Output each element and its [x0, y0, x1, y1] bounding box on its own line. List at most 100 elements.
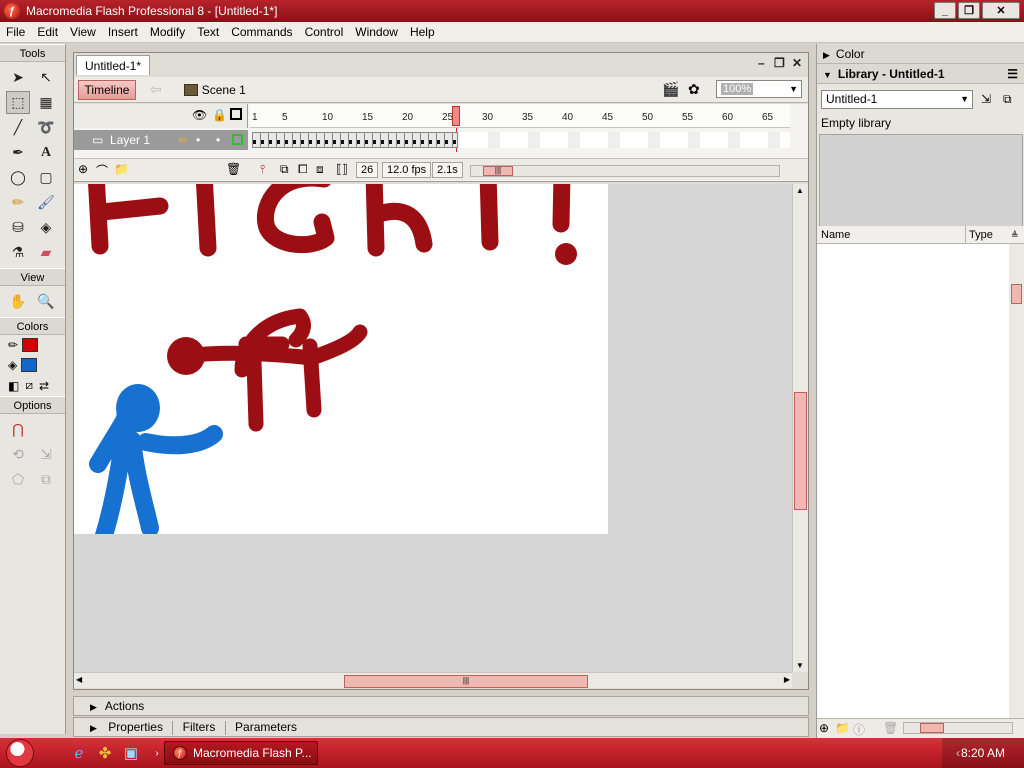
- distort-icon[interactable]: ⬠: [6, 468, 30, 491]
- menu-text[interactable]: Text: [191, 25, 225, 39]
- sort-icon[interactable]: ≜: [1011, 226, 1019, 244]
- zoom-tool-icon[interactable]: 🔍: [34, 290, 58, 313]
- stage-canvas[interactable]: [74, 184, 608, 534]
- frame-rate-readout[interactable]: 12.0 fps: [382, 162, 432, 178]
- new-folder-icon[interactable]: 📁: [835, 721, 850, 735]
- library-scroll-thumb[interactable]: [1011, 284, 1022, 304]
- document-tab[interactable]: Untitled-1*: [76, 55, 151, 75]
- eyedropper-tool-icon[interactable]: ⚗: [6, 241, 30, 264]
- color-panel-header[interactable]: ▶ Color: [817, 44, 1024, 64]
- menu-help[interactable]: Help: [404, 25, 441, 39]
- menu-file[interactable]: File: [0, 25, 31, 39]
- oval-tool-icon[interactable]: ◯: [6, 166, 30, 189]
- properties-icon[interactable]: ⓘ: [853, 721, 865, 738]
- scroll-down-icon[interactable]: ▼: [796, 661, 804, 670]
- maximize-button[interactable]: ❐: [958, 2, 980, 19]
- black-white-icon[interactable]: ◧: [8, 379, 19, 393]
- column-type[interactable]: Type: [969, 226, 993, 244]
- column-name[interactable]: Name: [821, 226, 850, 244]
- taskbar-item-flash[interactable]: ƒ Macromedia Flash P...: [164, 741, 318, 765]
- selection-tool-icon[interactable]: ➤: [6, 66, 30, 89]
- pencil-tool-icon[interactable]: ✏: [6, 191, 30, 214]
- eraser-tool-icon[interactable]: ▰: [34, 241, 58, 264]
- visible-dot-icon[interactable]: •: [196, 130, 200, 150]
- library-item-list[interactable]: [817, 244, 1009, 718]
- hand-tool-icon[interactable]: ✋: [6, 290, 30, 313]
- brush-tool-icon[interactable]: 🖌: [34, 191, 58, 214]
- drawing-artwork[interactable]: [74, 184, 608, 534]
- snap-magnet-icon[interactable]: ⋂: [6, 418, 30, 441]
- expand-triangle-icon[interactable]: ▶: [823, 50, 830, 60]
- delete-icon[interactable]: 🗑: [883, 721, 898, 735]
- no-color-icon[interactable]: ⧄: [25, 378, 33, 393]
- menu-window[interactable]: Window: [349, 25, 404, 39]
- menu-commands[interactable]: Commands: [225, 25, 298, 39]
- stage-hscroll-thumb[interactable]: |||: [344, 675, 588, 688]
- collapse-triangle-icon[interactable]: ▼: [823, 70, 832, 80]
- gradient-transform-tool-icon[interactable]: ▦: [34, 91, 58, 114]
- zoom-select[interactable]: 100% ▼: [716, 80, 802, 98]
- panel-menu-icon[interactable]: ☰: [1007, 64, 1018, 84]
- menu-insert[interactable]: Insert: [102, 25, 144, 39]
- frame-ruler[interactable]: 1 5 10 15 20 25 30 35 40 45 50 55 60 65: [250, 104, 790, 128]
- menu-modify[interactable]: Modify: [144, 25, 191, 39]
- scale-icon[interactable]: ⇲: [34, 443, 58, 466]
- keyframes-strip[interactable]: [252, 132, 458, 148]
- outline-color-icon[interactable]: [232, 134, 243, 145]
- timeline-toggle-button[interactable]: Timeline: [78, 79, 136, 100]
- edit-scene-icon[interactable]: 🎬: [662, 81, 679, 98]
- add-folder-icon[interactable]: 📁: [114, 162, 129, 176]
- back-arrow-icon[interactable]: ⇦: [150, 81, 162, 98]
- layer-row[interactable]: ▭ Layer 1 ✏ • •: [74, 130, 248, 150]
- rotate-skew-icon[interactable]: ⟲: [6, 443, 30, 466]
- menu-view[interactable]: View: [64, 25, 102, 39]
- properties-panel-header[interactable]: ▶ Properties Filters Parameters: [73, 717, 809, 737]
- stage-vscroll[interactable]: ▲ ▼: [792, 184, 808, 672]
- free-transform-tool-icon[interactable]: ⬚: [6, 91, 30, 114]
- lock-dot-icon[interactable]: •: [216, 130, 220, 150]
- lock-icon[interactable]: 🔒: [212, 108, 227, 122]
- text-tool-icon[interactable]: A: [34, 141, 58, 164]
- edit-symbols-icon[interactable]: ✿: [688, 81, 700, 98]
- expand-triangle-icon[interactable]: ▶: [90, 719, 97, 737]
- internet-explorer-icon[interactable]: ℯ: [68, 742, 90, 764]
- new-library-panel-icon[interactable]: ⧉: [1003, 92, 1012, 107]
- pen-tool-icon[interactable]: ✒: [6, 141, 30, 164]
- eye-icon[interactable]: 👁: [192, 108, 207, 122]
- timeline-scroll-thumb[interactable]: |||: [483, 166, 513, 176]
- add-layer-icon[interactable]: ⊕: [78, 162, 88, 176]
- menu-edit[interactable]: Edit: [31, 25, 64, 39]
- new-symbol-icon[interactable]: ⊕: [819, 721, 829, 735]
- game-icon[interactable]: ✤: [94, 742, 116, 764]
- lasso-tool-icon[interactable]: ➰: [34, 116, 58, 139]
- rectangle-tool-icon[interactable]: ▢: [34, 166, 58, 189]
- stage-vscroll-thumb[interactable]: [794, 392, 807, 510]
- expand-triangle-icon[interactable]: ▶: [90, 698, 97, 716]
- library-vscroll[interactable]: [1009, 244, 1024, 718]
- scene-breadcrumb[interactable]: Scene 1: [183, 83, 246, 97]
- actions-panel-header[interactable]: ▶ Actions: [73, 696, 809, 716]
- subselection-tool-icon[interactable]: ↖: [34, 66, 58, 89]
- add-guide-icon[interactable]: ⌒: [96, 162, 108, 179]
- scroll-up-icon[interactable]: ▲: [796, 186, 804, 195]
- pin-library-icon[interactable]: ⇲: [981, 92, 991, 106]
- media-player-icon[interactable]: ▣: [120, 742, 142, 764]
- close-button[interactable]: ✕: [982, 2, 1020, 19]
- delete-layer-icon[interactable]: 🗑: [226, 162, 241, 176]
- line-tool-icon[interactable]: ╱: [6, 116, 30, 139]
- tab-parameters[interactable]: Parameters: [235, 720, 297, 734]
- tab-properties[interactable]: Properties: [108, 720, 163, 734]
- center-frame-icon[interactable]: ⫯: [260, 162, 265, 177]
- empty-frames[interactable]: [460, 132, 790, 148]
- envelope-icon[interactable]: ⧉: [34, 468, 58, 491]
- doc-close-icon[interactable]: ✕: [792, 56, 802, 70]
- modify-markers-icon[interactable]: ⟦⟧: [336, 162, 348, 176]
- ink-bottle-tool-icon[interactable]: ⛁: [6, 216, 30, 239]
- doc-minimize-icon[interactable]: –: [758, 56, 765, 70]
- edit-multiple-frames-icon[interactable]: ⧈: [316, 162, 324, 177]
- minimize-button[interactable]: _: [934, 2, 956, 19]
- scroll-left-icon[interactable]: ◀: [76, 675, 82, 684]
- pasteboard[interactable]: [74, 184, 792, 672]
- scroll-right-icon[interactable]: ▶: [784, 675, 790, 684]
- paint-bucket-tool-icon[interactable]: ◈: [34, 216, 58, 239]
